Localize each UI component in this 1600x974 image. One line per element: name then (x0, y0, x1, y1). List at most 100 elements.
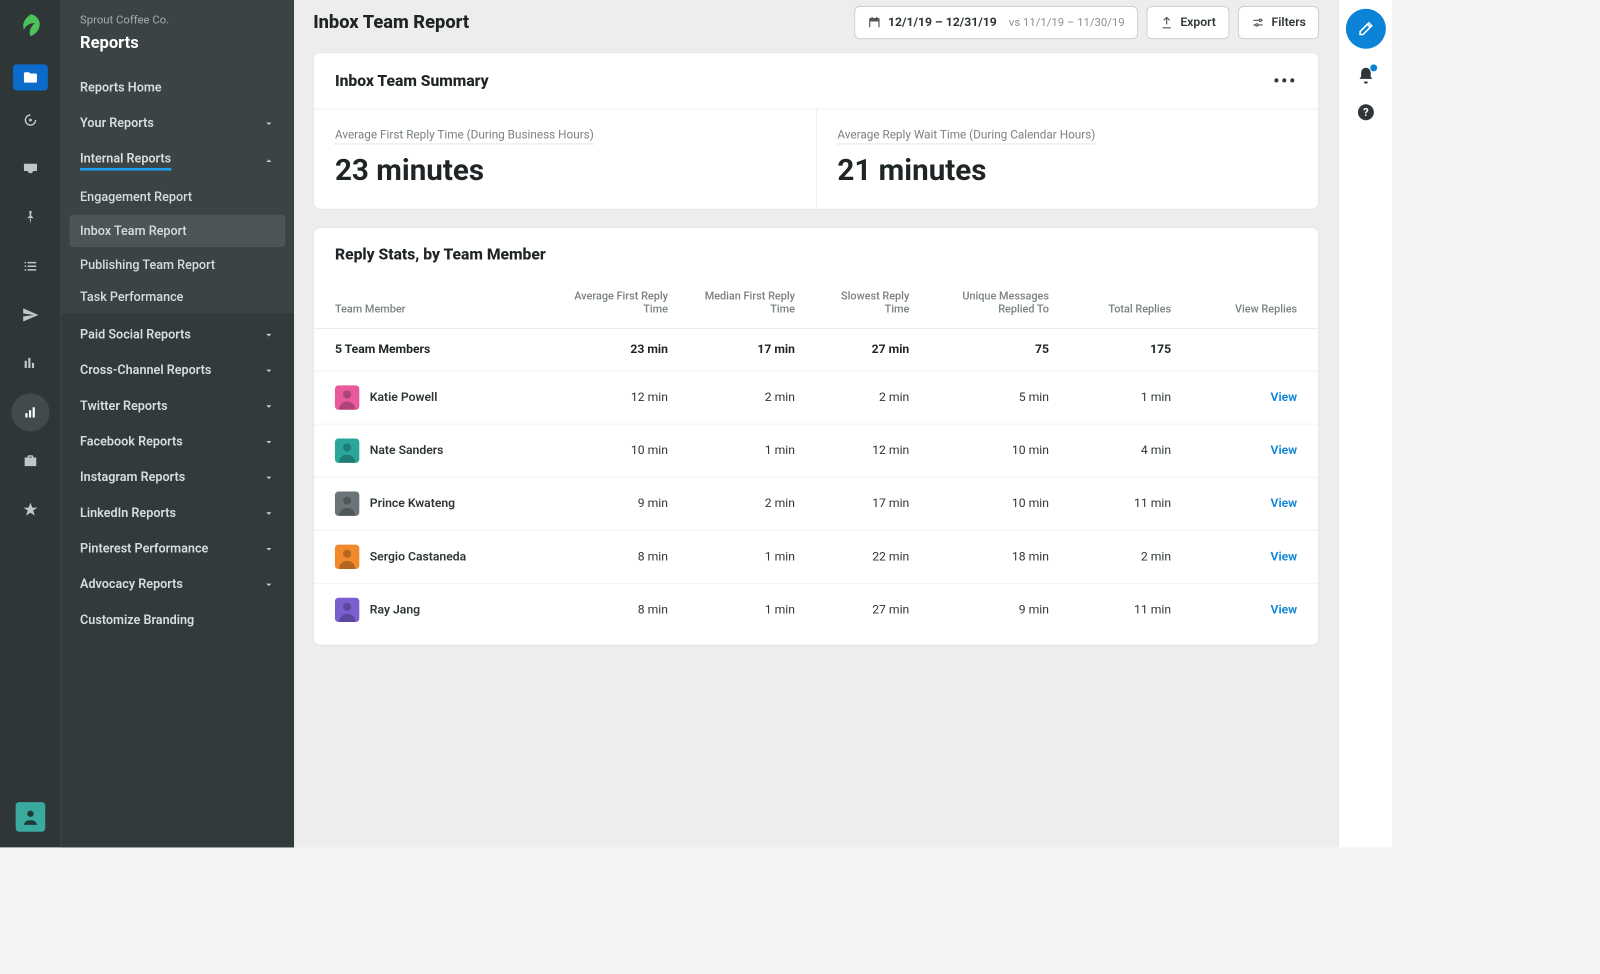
col-view-replies: View Replies (1182, 281, 1318, 328)
sidebar-pinterest[interactable]: Pinterest Performance (61, 531, 294, 567)
export-button[interactable]: Export (1146, 6, 1229, 39)
reply-stats-table: Team Member Average First Reply Time Med… (314, 281, 1318, 636)
member-cell: Nate Sanders (335, 438, 541, 462)
sidebar-item-publishing-team[interactable]: Publishing Team Report (61, 249, 294, 281)
rail-briefcase-icon[interactable] (11, 442, 49, 480)
chevron-down-icon (263, 364, 275, 376)
rail-star-icon[interactable] (11, 491, 49, 529)
date-range: 12/1/19 – 12/31/19 (888, 16, 997, 30)
date-range-button[interactable]: 12/1/19 – 12/31/19 vs 11/1/19 – 11/30/19 (854, 6, 1138, 39)
view-replies-link[interactable]: View (1271, 603, 1298, 617)
metric2-value: 21 minutes (837, 153, 1297, 188)
main-content: Inbox Team Report 12/1/19 – 12/31/19 vs … (294, 0, 1338, 847)
sidebar-paid-social[interactable]: Paid Social Reports (61, 317, 294, 353)
rail-analytics-icon[interactable] (11, 393, 49, 431)
col-median-first-reply: Median First Reply Time (678, 281, 805, 328)
section-title: Reports (80, 32, 275, 52)
chevron-down-icon (263, 117, 275, 129)
table-card: Reply Stats, by Team Member Team Member … (313, 227, 1319, 645)
col-unique-messages: Unique Messages Replied To (920, 281, 1060, 328)
col-team-member: Team Member (314, 281, 551, 328)
summary-card: Inbox Team Summary ••• Average First Rep… (313, 52, 1319, 209)
org-name: Sprout Coffee Co. (80, 14, 275, 27)
sidebar-advocacy[interactable]: Advocacy Reports (61, 566, 294, 602)
member-avatar (335, 492, 359, 516)
rail-send-icon[interactable] (11, 296, 49, 334)
sidebar-reports-home[interactable]: Reports Home (61, 70, 294, 106)
table-row: Prince Kwateng9 min2 min17 min10 min11 m… (314, 477, 1318, 530)
notifications-icon[interactable] (1356, 66, 1375, 85)
upload-icon (1159, 16, 1173, 30)
svg-text:?: ? (1363, 106, 1369, 119)
help-icon[interactable]: ? (1356, 103, 1375, 122)
right-rail: ? (1338, 0, 1392, 847)
more-menu-icon[interactable]: ••• (1273, 70, 1297, 91)
chevron-down-icon (263, 507, 275, 519)
col-slowest-reply: Slowest Reply Time (805, 281, 919, 328)
chevron-down-icon (263, 578, 275, 590)
view-replies-link[interactable]: View (1271, 550, 1298, 564)
chevron-down-icon (263, 471, 275, 483)
rail-chart-icon[interactable] (11, 345, 49, 383)
user-avatar[interactable] (16, 802, 46, 832)
sidebar-instagram[interactable]: Instagram Reports (61, 459, 294, 495)
sidebar-item-task-performance[interactable]: Task Performance (61, 281, 294, 313)
table-row: Ray Jang8 min1 min27 min9 min11 minView (314, 583, 1318, 636)
compose-button[interactable] (1345, 9, 1385, 49)
summary-title: Inbox Team Summary (335, 72, 1273, 90)
member-name: Nate Sanders (370, 444, 444, 458)
sidebar: Sprout Coffee Co. Reports Reports Home Y… (61, 0, 294, 847)
member-avatar (335, 438, 359, 462)
rail-folder-icon[interactable] (13, 64, 48, 90)
rail-list-icon[interactable] (11, 247, 49, 285)
member-name: Ray Jang (370, 603, 420, 617)
member-name: Prince Kwateng (370, 497, 455, 511)
table-row: Nate Sanders10 min1 min12 min10 min4 min… (314, 424, 1318, 477)
chevron-down-icon (263, 435, 275, 447)
rail-pin-icon[interactable] (11, 198, 49, 236)
member-avatar (335, 545, 359, 569)
sidebar-item-engagement[interactable]: Engagement Report (61, 181, 294, 213)
sidebar-customize-branding[interactable]: Customize Branding (61, 602, 294, 638)
member-cell: Ray Jang (335, 598, 541, 622)
calendar-icon (867, 16, 881, 30)
notification-dot (1370, 64, 1377, 71)
member-avatar (335, 598, 359, 622)
chevron-down-icon (263, 542, 275, 554)
view-replies-link[interactable]: View (1271, 391, 1298, 405)
page-title: Inbox Team Report (313, 12, 845, 33)
sliders-icon (1251, 16, 1265, 30)
chevron-down-icon (263, 328, 275, 340)
view-replies-link[interactable]: View (1271, 497, 1298, 511)
col-avg-first-reply: Average First Reply Time (551, 281, 678, 328)
member-cell: Katie Powell (335, 385, 541, 409)
member-cell: Prince Kwateng (335, 492, 541, 516)
sidebar-cross-channel[interactable]: Cross-Channel Reports (61, 352, 294, 388)
member-name: Katie Powell (370, 391, 438, 405)
filters-button[interactable]: Filters (1238, 6, 1319, 39)
sidebar-twitter[interactable]: Twitter Reports (61, 388, 294, 424)
totals-label: 5 Team Members (314, 328, 551, 371)
rail-inbox-icon[interactable] (11, 150, 49, 188)
metric1-value: 23 minutes (335, 153, 795, 188)
table-title: Reply Stats, by Team Member (335, 245, 1297, 263)
col-total-replies: Total Replies (1059, 281, 1181, 328)
sprout-logo (14, 9, 47, 42)
view-replies-link[interactable]: View (1271, 444, 1298, 458)
member-avatar (335, 385, 359, 409)
rail-gauge-icon[interactable] (11, 101, 49, 139)
sidebar-internal-reports[interactable]: Internal Reports (61, 141, 294, 181)
table-row: Sergio Castaneda8 min1 min22 min18 min2 … (314, 530, 1318, 583)
topbar: Inbox Team Report 12/1/19 – 12/31/19 vs … (294, 0, 1338, 52)
table-totals-row: 5 Team Members23 min17 min27 min75175 (314, 328, 1318, 371)
sidebar-your-reports[interactable]: Your Reports (61, 105, 294, 141)
sidebar-facebook[interactable]: Facebook Reports (61, 424, 294, 460)
app-rail (0, 0, 61, 847)
sidebar-item-inbox-team[interactable]: Inbox Team Report (70, 215, 286, 247)
chevron-down-icon (263, 400, 275, 412)
sidebar-linkedin[interactable]: LinkedIn Reports (61, 495, 294, 531)
metric2-label: Average Reply Wait Time (During Calendar… (837, 128, 1095, 145)
member-cell: Sergio Castaneda (335, 545, 541, 569)
table-row: Katie Powell12 min2 min2 min5 min1 minVi… (314, 371, 1318, 424)
chevron-up-icon (263, 155, 275, 167)
